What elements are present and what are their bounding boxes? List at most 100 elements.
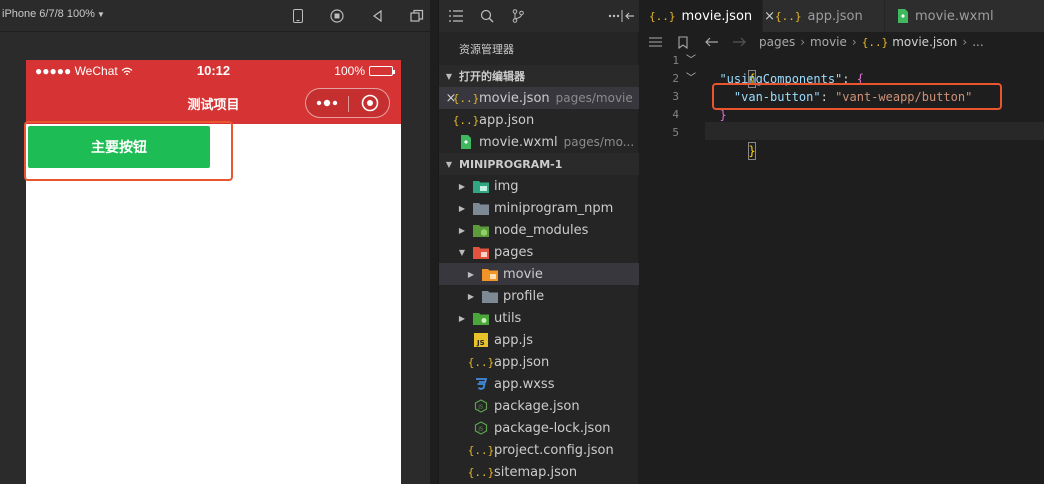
tree-file[interactable]: JS package-lock.json bbox=[439, 417, 639, 439]
code-token: } bbox=[748, 142, 756, 160]
tree-folder[interactable]: ▶ profile bbox=[439, 285, 639, 307]
breadcrumb-item[interactable]: movie bbox=[810, 35, 847, 49]
device-selector[interactable]: iPhone 6/7/8 100% ▼ bbox=[2, 8, 105, 20]
chevron-right-icon: ▶ bbox=[458, 313, 466, 323]
code-token: "usingComponents" bbox=[719, 72, 843, 86]
tree-item-label: utils bbox=[494, 310, 522, 326]
tab-movie-wxml[interactable]: movie.wxml bbox=[885, 0, 1044, 32]
breadcrumb-item[interactable]: movie.json bbox=[892, 35, 957, 49]
tree-item-label: profile bbox=[503, 288, 545, 304]
folder-icon bbox=[482, 288, 498, 304]
tree-file[interactable]: {..} app.json bbox=[439, 351, 639, 373]
json-icon: {..} bbox=[861, 35, 889, 49]
image-folder-icon bbox=[473, 178, 489, 194]
open-editors-header[interactable]: ▼ 打开的编辑器 bbox=[439, 65, 639, 87]
code-token: : bbox=[842, 72, 857, 86]
project-header[interactable]: ▼ MINIPROGRAM-1 bbox=[439, 153, 639, 175]
json-icon: {..} bbox=[452, 113, 480, 127]
chevron-right-icon: ▶ bbox=[458, 225, 466, 235]
battery-status: 100% bbox=[334, 64, 395, 78]
primary-button[interactable]: 主要按钮 bbox=[28, 126, 210, 168]
code-line-2: "usingComponents": { bbox=[705, 70, 864, 88]
phone-icon[interactable] bbox=[289, 7, 307, 25]
node-file-icon: JS bbox=[473, 398, 489, 414]
pages-folder-icon bbox=[473, 244, 489, 260]
tab-label: movie.json bbox=[681, 8, 753, 24]
chevron-down-icon: ▼ bbox=[96, 10, 105, 19]
tree-file[interactable]: JS app.js bbox=[439, 329, 639, 351]
wechat-navigation-bar: ●●●●● WeChat 10:12 100% 测试项目 bbox=[26, 60, 401, 124]
list-icon[interactable] bbox=[645, 37, 665, 47]
code-token: } bbox=[719, 108, 727, 122]
source-control-icon[interactable] bbox=[509, 7, 527, 25]
svg-text:JS: JS bbox=[477, 405, 483, 411]
tree-folder[interactable]: ▶ img bbox=[439, 175, 639, 197]
list-icon[interactable] bbox=[447, 7, 465, 25]
open-editor-item[interactable]: × {..} movie.json pages/movie bbox=[439, 87, 639, 109]
more-dots-icon[interactable] bbox=[316, 99, 338, 107]
tab-app-json[interactable]: {..} app.json bbox=[763, 0, 885, 32]
line-number: 2 bbox=[672, 72, 679, 85]
tree-file[interactable]: JS package.json bbox=[439, 395, 639, 417]
capsule-menu[interactable] bbox=[305, 88, 390, 118]
code-area[interactable]: 1 2 3 4 5 ﹀ ﹀ { "usingComponents": { "va… bbox=[639, 52, 1044, 484]
tree-item-label: package-lock.json bbox=[494, 420, 611, 436]
back-arrow-icon[interactable] bbox=[701, 37, 721, 47]
open-editor-name: movie.wxml bbox=[479, 134, 558, 150]
current-line-highlight bbox=[705, 122, 1044, 140]
simulator-toolbar: iPhone 6/7/8 100% ▼ bbox=[0, 0, 430, 32]
json-icon: {..} bbox=[467, 443, 495, 457]
record-icon[interactable] bbox=[328, 7, 346, 25]
phone-screen: ●●●●● WeChat 10:12 100% 测试项目 主要按钮 bbox=[26, 60, 401, 484]
tree-folder[interactable]: ▼ pages bbox=[439, 241, 639, 263]
breadcrumb-item[interactable]: pages bbox=[759, 35, 795, 49]
open-editor-item[interactable]: {..} app.json bbox=[439, 109, 639, 131]
activity-toolbar bbox=[439, 0, 639, 32]
tree-file[interactable]: {..} project.config.json bbox=[439, 439, 639, 461]
tree-item-label: app.js bbox=[494, 332, 533, 348]
chevron-down-icon: ▼ bbox=[445, 159, 453, 169]
code-line-3: "van-button": "vant-weapp/button" bbox=[705, 88, 972, 106]
chevron-right-icon: › bbox=[962, 35, 968, 49]
tree-folder[interactable]: ▶ movie bbox=[439, 263, 639, 285]
tree-folder[interactable]: ▶ miniprogram_npm bbox=[439, 197, 639, 219]
folder-orange-icon bbox=[482, 266, 498, 282]
fold-chevron-icon[interactable]: ﹀ bbox=[686, 70, 698, 88]
editor-tabs: {..} movie.json × {..} app.json movie.wx… bbox=[639, 0, 1044, 32]
collapse-panel-icon[interactable] bbox=[619, 7, 637, 25]
open-editor-path: pages/movie bbox=[555, 91, 633, 105]
js-icon: JS bbox=[473, 332, 489, 348]
code-token: { bbox=[856, 72, 864, 86]
json-icon: {..} bbox=[467, 355, 495, 369]
search-icon[interactable] bbox=[478, 7, 496, 25]
json-icon: {..} bbox=[452, 91, 480, 105]
breadcrumb-item[interactable]: ... bbox=[972, 35, 983, 49]
bookmark-icon[interactable] bbox=[673, 35, 693, 49]
fold-chevron-icon[interactable]: ﹀ bbox=[686, 52, 698, 70]
open-editor-item[interactable]: movie.wxml pages/mo... bbox=[439, 131, 639, 153]
svg-text:JS: JS bbox=[477, 427, 483, 433]
explorer-panel: 资源管理器 ▼ 打开的编辑器 × {..} movie.json pages/m… bbox=[438, 0, 639, 484]
line-number: 1 bbox=[672, 54, 679, 67]
chevron-right-icon: ▶ bbox=[467, 291, 475, 301]
tree-folder[interactable]: ▶ node_modules bbox=[439, 219, 639, 241]
css-icon bbox=[473, 376, 489, 392]
node-file-icon: JS bbox=[473, 420, 489, 436]
wxml-icon bbox=[897, 9, 909, 23]
close-capsule-icon[interactable] bbox=[361, 94, 379, 112]
tree-folder[interactable]: ▶ utils bbox=[439, 307, 639, 329]
folder-icon bbox=[473, 200, 489, 216]
window-icon[interactable] bbox=[408, 7, 426, 25]
battery-icon bbox=[369, 66, 395, 76]
forward-arrow-icon[interactable] bbox=[729, 37, 749, 47]
json-icon: {..} bbox=[649, 9, 676, 23]
tree-item-label: project.config.json bbox=[494, 442, 614, 458]
volume-icon[interactable] bbox=[368, 7, 386, 25]
chevron-right-icon: ▶ bbox=[467, 269, 475, 279]
tree-file[interactable]: {..} sitemap.json bbox=[439, 461, 639, 483]
tab-movie-json[interactable]: {..} movie.json × bbox=[639, 0, 775, 32]
code-line-4: } bbox=[705, 106, 727, 124]
open-editor-name: app.json bbox=[479, 112, 535, 128]
wxml-icon bbox=[458, 134, 474, 150]
tree-file[interactable]: app.wxss bbox=[439, 373, 639, 395]
